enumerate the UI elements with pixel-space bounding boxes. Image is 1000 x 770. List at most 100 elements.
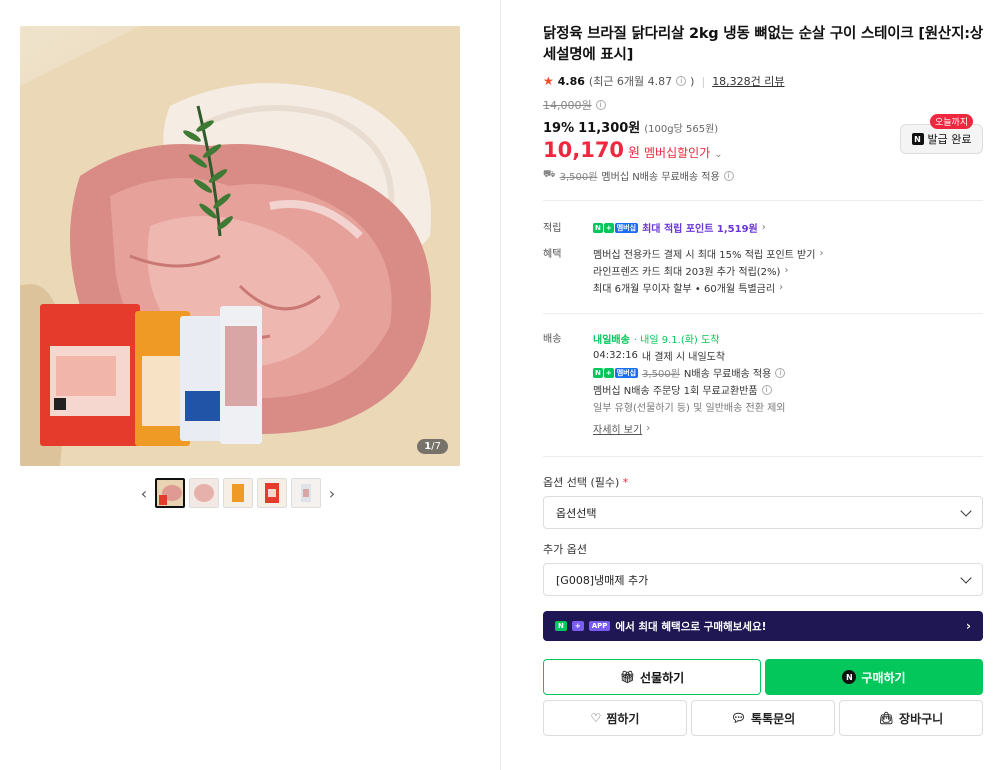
- divider: [543, 200, 983, 201]
- chicken-thigh-photo: [20, 26, 460, 466]
- review-count-link[interactable]: 18,328건 리뷰: [712, 73, 784, 89]
- thumb-image: [157, 480, 183, 506]
- rating-recent: (최근 6개월 4.87: [588, 75, 673, 88]
- member-price-label: 멤버십할인가: [644, 146, 711, 160]
- chevron-down-icon: [960, 504, 972, 517]
- discount-rate: 19%: [543, 121, 575, 136]
- benefit-line[interactable]: 최대 6개월 무이자 할부 • 60개월 특별금리 ›: [593, 279, 983, 296]
- max-point-row[interactable]: N + 멤버십 최대 적립 포인트 1,519원 ›: [593, 219, 983, 236]
- chevron-right-icon: ›: [646, 423, 651, 434]
- heart-icon: ♡: [590, 711, 602, 725]
- detail-link-row[interactable]: 자세히 보기 ›: [593, 420, 983, 437]
- delivery-label: 배송: [543, 334, 562, 345]
- app-benefit-banner[interactable]: N + APP 에서 최대 혜택으로 구매해보세요! ›: [543, 611, 983, 641]
- product-title: 닭정육 브라질 닭다리살 2kg 냉동 뼈없는 순살 구이 스테이크 [원산지:…: [543, 26, 983, 63]
- member-price-won: 원: [628, 146, 641, 161]
- return-text: 멤버십 N배송 주문당 1회 무료교환반품: [593, 386, 758, 397]
- rating-score: 4.86: [557, 74, 585, 88]
- naver-n-icon: N: [911, 133, 924, 145]
- tomorrow-delivery-row: 내일배송 · 내일 9.1.(화) 도착: [593, 330, 983, 347]
- shipping-text: 멤버십 N배송 무료배송 적용: [601, 172, 720, 183]
- free-shipping-row: N + 멤버십 3,500원 N배송 무료배송 적용 i: [593, 364, 983, 381]
- tomorrow-delivery-tag: 내일배송: [593, 335, 630, 346]
- talk-inquiry-button[interactable]: 💬︎ 톡톡문의: [691, 700, 835, 736]
- cutoff-text: 내 결제 시 내일도착: [641, 352, 726, 363]
- panel-divider: [500, 0, 501, 770]
- info-icon[interactable]: i: [775, 367, 786, 378]
- star-icon: ★: [543, 74, 554, 88]
- thumb-image: [190, 479, 218, 507]
- thumb-prev-arrow-icon[interactable]: ‹: [137, 478, 151, 508]
- banner-text: 에서 최대 혜택으로 구매해보세요!: [615, 620, 767, 633]
- npay-membership-badge: N + 멤버십: [593, 222, 639, 233]
- exclude-row: 일부 유형(선물하기 등) 및 일반배송 전환 제외: [593, 398, 983, 415]
- required-option-select[interactable]: 옵션선택: [543, 496, 983, 529]
- thumb-image: [292, 479, 320, 507]
- thumbnail-2[interactable]: [189, 478, 219, 508]
- chevron-right-icon: ›: [966, 619, 971, 633]
- coupon-label: 발급 완료: [927, 133, 972, 146]
- npay-plus-tag: +: [571, 621, 584, 631]
- cart-button[interactable]: 👜︎ 장바구니: [839, 700, 983, 736]
- required-option-label: 옵션 선택 (필수) *: [543, 476, 629, 489]
- detail-link[interactable]: 자세히 보기: [593, 421, 642, 436]
- cutoff-timer: 04:32:16: [593, 350, 638, 361]
- delivery-section: 배송 내일배송 · 내일 9.1.(화) 도착 04:32:16 내 결제 시 …: [543, 330, 983, 440]
- app-tag: APP: [588, 621, 611, 631]
- original-price: 14,000원: [543, 99, 592, 112]
- cutoff-row: 04:32:16 내 결제 시 내일도착: [593, 347, 983, 364]
- benefit-label: 혜택: [543, 249, 562, 260]
- thumb-image: [224, 479, 252, 507]
- gift-icon: 🎁︎: [619, 670, 636, 684]
- original-price-row: 14,000원 i: [543, 97, 983, 113]
- chevron-right-icon: ›: [779, 282, 784, 293]
- sale-price: 11,300원: [578, 121, 641, 136]
- shipping-row: ⛟ 3,500원 멤버십 N배송 무료배송 적용 i: [543, 168, 983, 183]
- gift-button[interactable]: 🎁︎ 선물하기: [543, 659, 761, 695]
- shopping-bag-icon: 👜︎: [878, 711, 895, 725]
- benefit-line[interactable]: 라인프렌즈 카드 최대 203원 추가 적립(2%) ›: [593, 262, 983, 279]
- divider: [543, 313, 983, 314]
- truck-icon: ⛟: [543, 169, 556, 180]
- separator: |: [701, 74, 706, 88]
- arrival-date: · 내일 9.1.(화) 도착: [633, 335, 720, 346]
- thumbnail-5[interactable]: [291, 478, 321, 508]
- buy-button[interactable]: N 구매하기: [765, 659, 983, 695]
- chevron-right-icon: ›: [761, 222, 766, 233]
- required-option-value: 옵션선택: [556, 506, 597, 520]
- npay-n-tag: N: [555, 621, 567, 631]
- image-counter: 1/7: [417, 439, 448, 454]
- product-info-panel: 닭정육 브라질 닭다리살 2kg 냉동 뼈없는 순살 구이 스테이크 [원산지:…: [543, 24, 983, 183]
- thumbnail-strip: ‹ ›: [137, 478, 339, 508]
- thumb-next-arrow-icon[interactable]: ›: [325, 478, 339, 508]
- divider: [543, 456, 983, 457]
- chat-bubble-icon: 💬︎: [730, 711, 747, 725]
- member-price: 10,170: [543, 138, 625, 162]
- unit-price: (100g당 565원): [644, 124, 719, 135]
- point-label: 적립: [543, 223, 562, 234]
- extra-option-value: [G008]냉매제 추가: [556, 573, 649, 587]
- thumbnail-3[interactable]: [223, 478, 253, 508]
- wishlist-button[interactable]: ♡ 찜하기: [543, 700, 687, 736]
- info-icon[interactable]: i: [595, 100, 606, 110]
- free-shipping-original-fee: 3,500원: [642, 369, 680, 380]
- main-product-image[interactable]: 1/7: [20, 26, 460, 466]
- info-icon[interactable]: i: [723, 170, 734, 181]
- benefit-line[interactable]: 멤버십 전용카드 결제 시 최대 15% 적립 포인트 받기 ›: [593, 245, 983, 262]
- chevron-right-icon: ›: [784, 265, 789, 276]
- thumbnail-1[interactable]: [155, 478, 185, 508]
- info-icon[interactable]: i: [676, 76, 687, 86]
- rating-row: ★ 4.86 (최근 6개월 4.87 i) | 18,328건 리뷰: [543, 73, 983, 89]
- free-shipping-text: N배송 무료배송 적용: [683, 369, 772, 380]
- thumbnail-4[interactable]: [257, 478, 287, 508]
- rating-recent-close: ): [690, 74, 695, 88]
- thumb-image: [258, 479, 286, 507]
- naver-n-icon: N: [842, 670, 857, 684]
- npay-membership-badge: N + 멤버십: [593, 367, 639, 378]
- benefits-section: 적립 N + 멤버십 최대 적립 포인트 1,519원 › 혜택 멤버십 전용카드 …: [543, 219, 983, 299]
- extra-option-select[interactable]: [G008]냉매제 추가: [543, 563, 983, 596]
- chevron-right-icon: ›: [819, 248, 824, 259]
- shipping-original-fee: 3,500원: [559, 172, 598, 183]
- chevron-down-icon: [960, 571, 972, 584]
- info-icon[interactable]: i: [761, 384, 772, 395]
